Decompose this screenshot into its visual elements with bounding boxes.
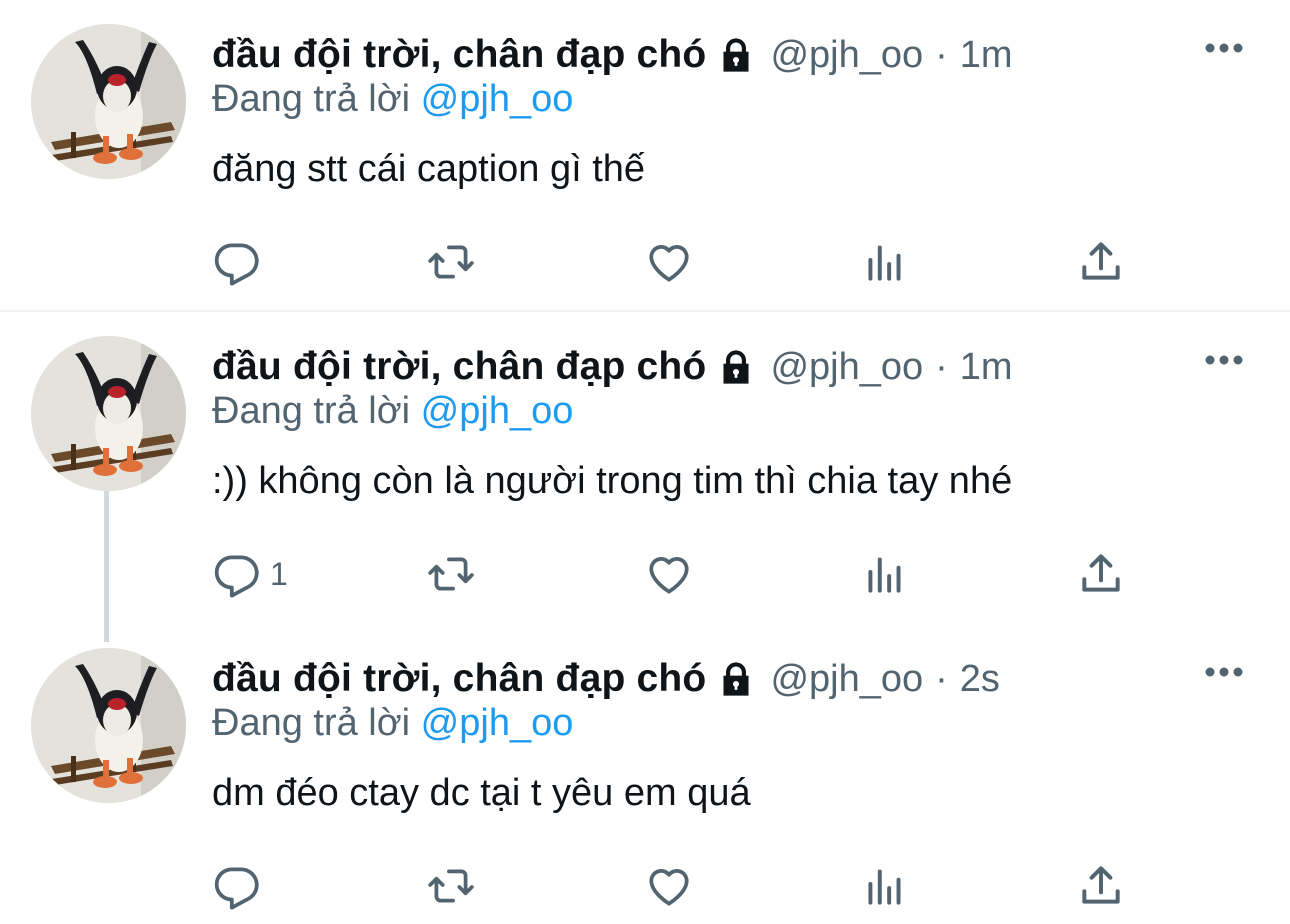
separator-dot: · xyxy=(935,33,948,76)
like-button[interactable] xyxy=(644,234,694,290)
retweet-icon xyxy=(428,245,474,279)
tweet[interactable]: đầu đội trời, chân đạp chó @pjh_oo · 1m … xyxy=(0,312,1290,624)
avatar[interactable] xyxy=(31,648,186,803)
tweet[interactable]: đầu đội trời, chân đạp chó @pjh_oo · 2s … xyxy=(0,624,1290,924)
reply-count: 1 xyxy=(270,555,288,592)
share-icon xyxy=(1082,554,1120,592)
replying-to-line: Đang trả lời @pjh_oo xyxy=(212,78,573,121)
tweet-actions xyxy=(212,234,1132,290)
tweet[interactable]: đầu đội trời, chân đạp chó @pjh_oo · 1m … xyxy=(0,0,1290,312)
views-icon xyxy=(868,869,901,905)
separator-dot: · xyxy=(935,657,948,700)
tweet-text: :)) không còn là người trong tim thì chi… xyxy=(212,460,1013,502)
display-name[interactable]: đầu đội trời, chân đạp chó xyxy=(212,345,706,389)
tweet-thread: đầu đội trời, chân đạp chó @pjh_oo · 1m … xyxy=(0,0,1290,924)
more-icon[interactable] xyxy=(1204,660,1244,684)
retweet-button[interactable] xyxy=(426,546,476,602)
like-button[interactable] xyxy=(644,546,694,602)
views-button[interactable] xyxy=(860,546,910,602)
share-button[interactable] xyxy=(1076,858,1126,914)
username[interactable]: @pjh_oo xyxy=(770,658,923,701)
tweet-text: dm đéo ctay dc tại t yêu em quá xyxy=(212,772,751,814)
mention-link[interactable]: @pjh_oo xyxy=(421,78,574,120)
share-button[interactable] xyxy=(1076,546,1126,602)
timestamp[interactable]: 1m xyxy=(960,346,1013,389)
replying-to-label: Đang trả lời xyxy=(212,702,411,744)
heart-icon xyxy=(649,557,689,594)
mention-link[interactable]: @pjh_oo xyxy=(421,390,574,432)
display-name[interactable]: đầu đội trời, chân đạp chó xyxy=(212,33,706,77)
views-button[interactable] xyxy=(860,234,910,290)
reply-button[interactable] xyxy=(212,858,270,914)
timestamp[interactable]: 2s xyxy=(960,658,1000,701)
retweet-icon xyxy=(428,557,474,591)
tweet-actions xyxy=(212,858,1132,914)
views-button[interactable] xyxy=(860,858,910,914)
share-button[interactable] xyxy=(1076,234,1126,290)
avatar[interactable] xyxy=(31,24,186,179)
views-icon xyxy=(868,245,901,281)
retweet-icon xyxy=(428,869,474,903)
more-icon[interactable] xyxy=(1204,36,1244,60)
retweet-button[interactable] xyxy=(426,858,476,914)
replying-to-line: Đang trả lời @pjh_oo xyxy=(212,702,573,745)
mention-link[interactable]: @pjh_oo xyxy=(421,702,574,744)
reply-icon xyxy=(214,555,259,598)
avatar[interactable] xyxy=(31,336,186,491)
reply-icon xyxy=(214,867,259,910)
tweet-text: đăng stt cái caption gì thế xyxy=(212,148,646,190)
tweet-actions: 1 xyxy=(212,546,1132,602)
separator-dot: · xyxy=(935,345,948,388)
lock-icon xyxy=(716,35,756,75)
timestamp[interactable]: 1m xyxy=(960,34,1013,77)
views-icon xyxy=(868,557,901,593)
like-button[interactable] xyxy=(644,858,694,914)
tweet-header: đầu đội trời, chân đạp chó @pjh_oo · 2s xyxy=(212,652,1230,706)
username[interactable]: @pjh_oo xyxy=(770,34,923,77)
share-icon xyxy=(1082,242,1120,280)
retweet-button[interactable] xyxy=(426,234,476,290)
heart-icon xyxy=(649,869,689,906)
reply-button[interactable] xyxy=(212,234,270,290)
replying-to-label: Đang trả lời xyxy=(212,390,411,432)
display-name[interactable]: đầu đội trời, chân đạp chó xyxy=(212,657,706,701)
heart-icon xyxy=(649,245,689,282)
username[interactable]: @pjh_oo xyxy=(770,346,923,389)
replying-to-line: Đang trả lời @pjh_oo xyxy=(212,390,573,433)
tweet-header: đầu đội trời, chân đạp chó @pjh_oo · 1m xyxy=(212,28,1230,82)
lock-icon xyxy=(716,347,756,387)
reply-button[interactable]: 1 xyxy=(212,546,288,602)
replying-to-label: Đang trả lời xyxy=(212,78,411,120)
share-icon xyxy=(1082,866,1120,904)
more-icon[interactable] xyxy=(1204,348,1244,372)
tweet-header: đầu đội trời, chân đạp chó @pjh_oo · 1m xyxy=(212,340,1230,394)
lock-icon xyxy=(716,659,756,699)
reply-icon xyxy=(214,243,259,286)
